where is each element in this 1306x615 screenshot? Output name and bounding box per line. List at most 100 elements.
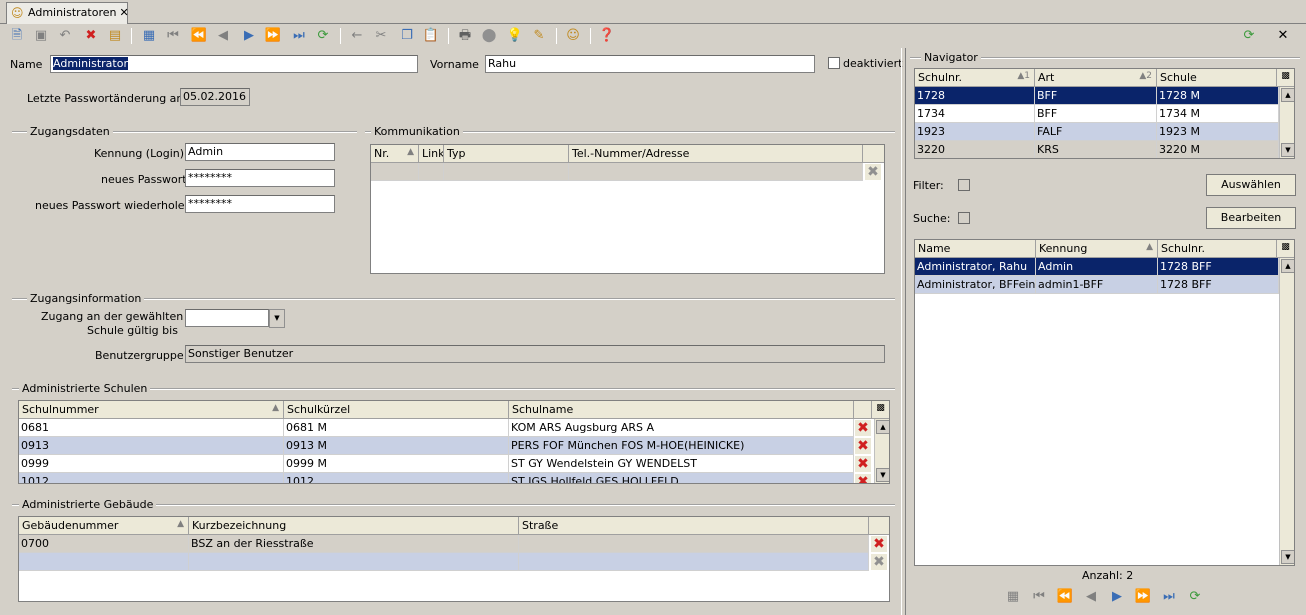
filter-checkbox[interactable] (958, 179, 970, 191)
table-cell[interactable] (19, 553, 189, 571)
save-icon[interactable]: ▣ (32, 27, 50, 45)
splitter[interactable] (901, 48, 906, 615)
copy-icon[interactable]: ❐ (398, 27, 416, 45)
table-cell[interactable]: ST GY Wendelstein GY WENDELST (509, 455, 854, 473)
next-icon[interactable]: ▶ (1108, 588, 1126, 606)
table-cell[interactable]: 1923 (915, 123, 1035, 141)
table-cell[interactable]: KRS (1035, 141, 1157, 158)
vorname-field[interactable]: Rahu (485, 55, 815, 73)
forward-icon[interactable]: ⏩ (264, 27, 282, 45)
first-icon[interactable]: ⏮ (1030, 588, 1048, 606)
cut-icon[interactable]: ✂ (372, 27, 390, 45)
scrollbar[interactable]: ▲ ▼ (1279, 258, 1294, 565)
column-header[interactable]: Art ▲2 (1035, 69, 1157, 87)
scroll-up-icon[interactable]: ▲ (1281, 259, 1294, 273)
paste-icon[interactable]: 📋 (422, 27, 440, 45)
column-menu[interactable] (863, 145, 884, 163)
table-cell[interactable]: 1923 M (1157, 123, 1279, 141)
last-icon[interactable]: ⏭ (1160, 588, 1178, 606)
column-header[interactable]: Kurzbezeichnung (189, 517, 519, 535)
column-header[interactable]: Schule (1157, 69, 1277, 87)
scroll-down-icon[interactable]: ▼ (876, 468, 889, 482)
table-cell[interactable]: ST IGS Hollfeld GES HOLLFELD (509, 473, 854, 483)
table-cell[interactable]: 1012 (284, 473, 509, 483)
scroll-down-icon[interactable]: ▼ (1281, 550, 1294, 564)
last-icon[interactable]: ⏭ (290, 27, 308, 45)
table-cell[interactable]: Administrator, BFFeins (915, 276, 1036, 294)
column-header[interactable]: Typ (444, 145, 569, 163)
column-menu[interactable]: ▩ (1277, 69, 1294, 87)
users-icon[interactable]: ☺ (564, 27, 582, 45)
rewind-icon[interactable]: ⏪ (1056, 588, 1074, 606)
tab-administratoren[interactable]: ☺ Administratoren ✕ (6, 2, 129, 24)
table-cell[interactable] (519, 535, 869, 553)
table-cell[interactable]: 0999 M (284, 455, 509, 473)
column-menu[interactable]: ▩ (1277, 240, 1294, 258)
print-icon[interactable]: 🖶 (456, 27, 474, 45)
table-cell[interactable]: 1728 BFF (1158, 276, 1279, 294)
lightbulb-icon[interactable]: 💡 (506, 27, 524, 45)
bearbeiten-button[interactable]: Bearbeiten (1206, 207, 1296, 229)
column-header[interactable]: Straße (519, 517, 869, 535)
column-header[interactable]: Schulname (509, 401, 854, 419)
refresh-icon[interactable]: ⟳ (1186, 588, 1204, 606)
scroll-down-icon[interactable]: ▼ (1281, 143, 1294, 157)
view-icon[interactable]: ⬤ (480, 27, 498, 45)
column-header[interactable]: Nr. ▲ (371, 145, 419, 163)
table-cell[interactable]: 1734 M (1157, 105, 1279, 123)
column-header[interactable]: Kennung ▲ (1036, 240, 1158, 258)
rewind-icon[interactable]: ⏪ (190, 27, 208, 45)
delete-row-icon[interactable]: ✖ (855, 438, 871, 454)
table-cell[interactable]: Administrator, Rahu (915, 258, 1036, 276)
prev-icon[interactable]: ◀ (1082, 588, 1100, 606)
delete-row-icon[interactable]: ✖ (865, 164, 881, 180)
table-cell[interactable]: FALF (1035, 123, 1157, 141)
table-cell[interactable]: PERS FOF München FOS M-HOE(HEINICKE) (509, 437, 854, 455)
table-cell[interactable]: 0913 (19, 437, 284, 455)
table-cell[interactable]: BSZ an der Riesstraße (189, 535, 519, 553)
next-icon[interactable]: ▶ (240, 27, 258, 45)
table-cell[interactable]: 3220 (915, 141, 1035, 158)
properties-icon[interactable]: ▤ (106, 27, 124, 45)
undo-icon[interactable]: ↶ (56, 27, 74, 45)
table-cell[interactable]: 0700 (19, 535, 189, 553)
table-cell[interactable]: 1728 M (1157, 87, 1279, 105)
table-cell[interactable]: 0999 (19, 455, 284, 473)
auswaehlen-button[interactable]: Auswählen (1206, 174, 1296, 196)
name-field[interactable]: Administrator (50, 55, 418, 73)
table-cell[interactable]: 0681 (19, 419, 284, 437)
column-header[interactable]: Name (915, 240, 1036, 258)
sync-icon[interactable]: ⟳ (1240, 27, 1258, 45)
delete-row-icon[interactable]: ✖ (855, 420, 871, 436)
clean-icon[interactable]: ✎ (530, 27, 548, 45)
table-cell[interactable]: 1734 (915, 105, 1035, 123)
column-header[interactable]: Tel.-Nummer/Adresse (569, 145, 863, 163)
table-cell[interactable] (519, 553, 869, 571)
chevron-down-icon[interactable]: ▼ (269, 309, 285, 328)
help-icon[interactable]: ❓ (598, 27, 616, 45)
table-cell[interactable]: 1728 BFF (1158, 258, 1279, 276)
column-header[interactable]: Schulnummer ▲ (19, 401, 284, 419)
column-header[interactable]: Schulnr. (1158, 240, 1277, 258)
table-cell[interactable]: BFF (1035, 87, 1157, 105)
table-cell[interactable]: KOM ARS Augsburg ARS A (509, 419, 854, 437)
delete-row-icon[interactable]: ✖ (855, 456, 871, 472)
valid-until-field[interactable] (185, 309, 269, 327)
table-cell[interactable]: 0913 M (284, 437, 509, 455)
scrollbar[interactable]: ▲ ▼ (1279, 87, 1294, 158)
column-menu[interactable]: ▩ (872, 401, 889, 419)
delete-row-icon[interactable]: ✖ (855, 474, 871, 483)
close-view-button[interactable]: ✕ (1274, 27, 1292, 45)
table-cell[interactable]: 3220 M (1157, 141, 1279, 158)
scroll-up-icon[interactable]: ▲ (876, 420, 889, 434)
column-header[interactable]: Link (419, 145, 444, 163)
list-icon[interactable]: ▦ (140, 27, 158, 45)
tab-close-icon[interactable]: ✕ (119, 6, 128, 19)
table-cell[interactable]: BFF (1035, 105, 1157, 123)
delete-icon[interactable]: ✖ (82, 27, 100, 45)
forward-icon[interactable]: ⏩ (1134, 588, 1152, 606)
suche-checkbox[interactable] (958, 212, 970, 224)
scroll-up-icon[interactable]: ▲ (1281, 88, 1294, 102)
table-cell[interactable]: admin1-BFF (1036, 276, 1158, 294)
login-field[interactable]: Admin (185, 143, 335, 161)
